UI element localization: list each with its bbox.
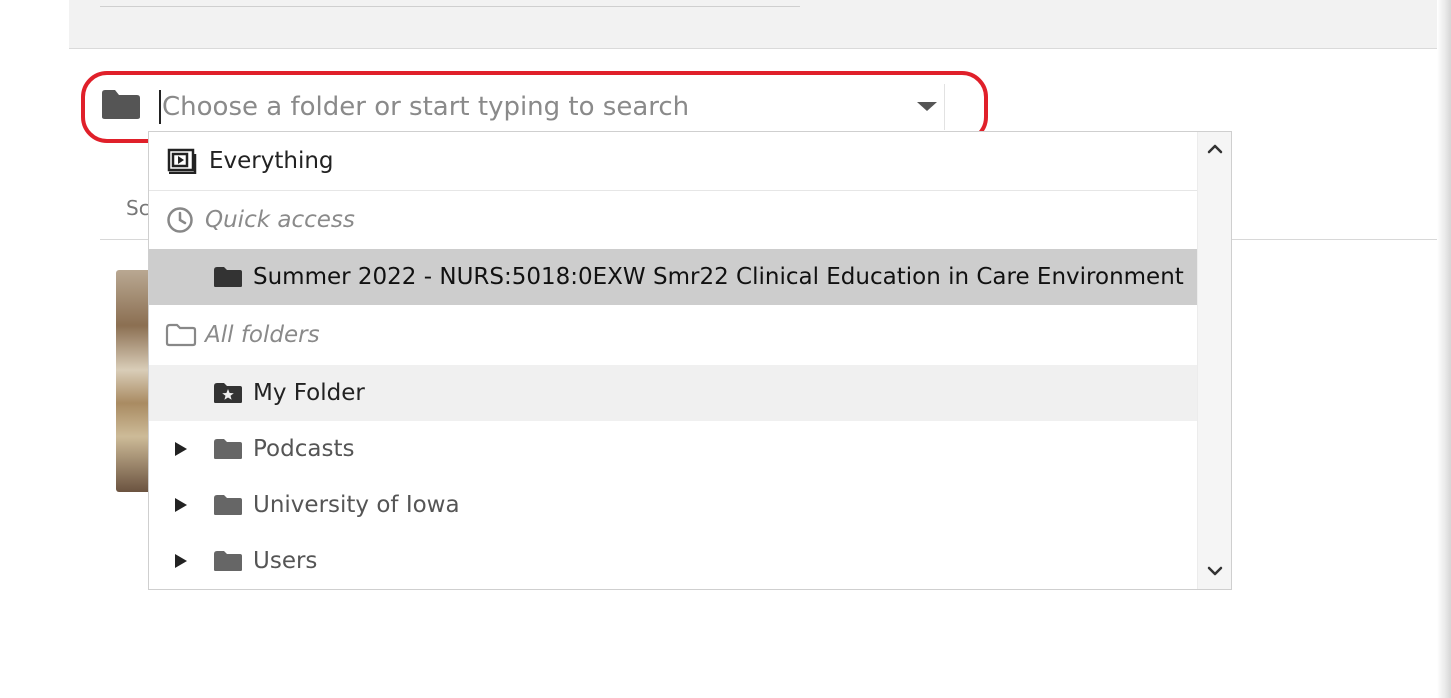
clock-icon [167,207,193,233]
star-folder-icon [214,383,242,403]
quick-access-item-label: Summer 2022 - NURS:5018:0EXW Smr22 Clini… [253,264,1184,290]
folder-search-input[interactable] [150,84,945,130]
chevron-down-icon[interactable] [1206,562,1224,580]
top-bar [69,0,1437,49]
all-folders-header: All folders [149,305,1197,365]
folder-item-users[interactable]: Users [149,533,1197,589]
chevron-up-icon[interactable] [1206,140,1224,158]
folder-icon[interactable] [101,88,141,120]
all-folders-label: All folders [205,322,320,348]
folder-icon [214,495,242,515]
obscured-tab-label: Sc [126,196,150,220]
session-thumbnail[interactable] [116,270,150,492]
folder-icon [214,439,242,459]
caret-down-icon[interactable] [915,98,939,114]
option-everything-label: Everything [209,148,334,174]
triangle-right-icon[interactable] [173,552,189,570]
folder-item-label: University of Iowa [253,492,460,518]
dropdown-scrollbar[interactable] [1197,132,1231,589]
everything-icon [167,148,197,174]
window-edge-shadow [1437,0,1451,698]
text-caret [159,90,161,124]
folder-outline-icon [165,323,197,347]
top-bar-divider [100,6,800,7]
folder-item-my-folder[interactable]: My Folder [149,365,1197,421]
folder-icon [214,267,242,287]
triangle-right-icon[interactable] [173,440,189,458]
folder-item-label: My Folder [253,380,365,406]
quick-access-label: Quick access [205,207,355,233]
quick-access-item[interactable]: Summer 2022 - NURS:5018:0EXW Smr22 Clini… [149,249,1197,305]
folder-item-label: Users [253,548,318,574]
triangle-right-icon[interactable] [173,496,189,514]
option-everything[interactable]: Everything [149,132,1197,191]
folder-list: Everything Quick access Summer 2022 - NU… [149,132,1197,589]
folder-item-podcasts[interactable]: Podcasts [149,421,1197,477]
folder-item-label: Podcasts [253,436,355,462]
folder-dropdown: Everything Quick access Summer 2022 - NU… [148,131,1232,590]
folder-item-university-of-iowa[interactable]: University of Iowa [149,477,1197,533]
quick-access-header: Quick access [149,191,1197,249]
folder-icon [214,551,242,571]
